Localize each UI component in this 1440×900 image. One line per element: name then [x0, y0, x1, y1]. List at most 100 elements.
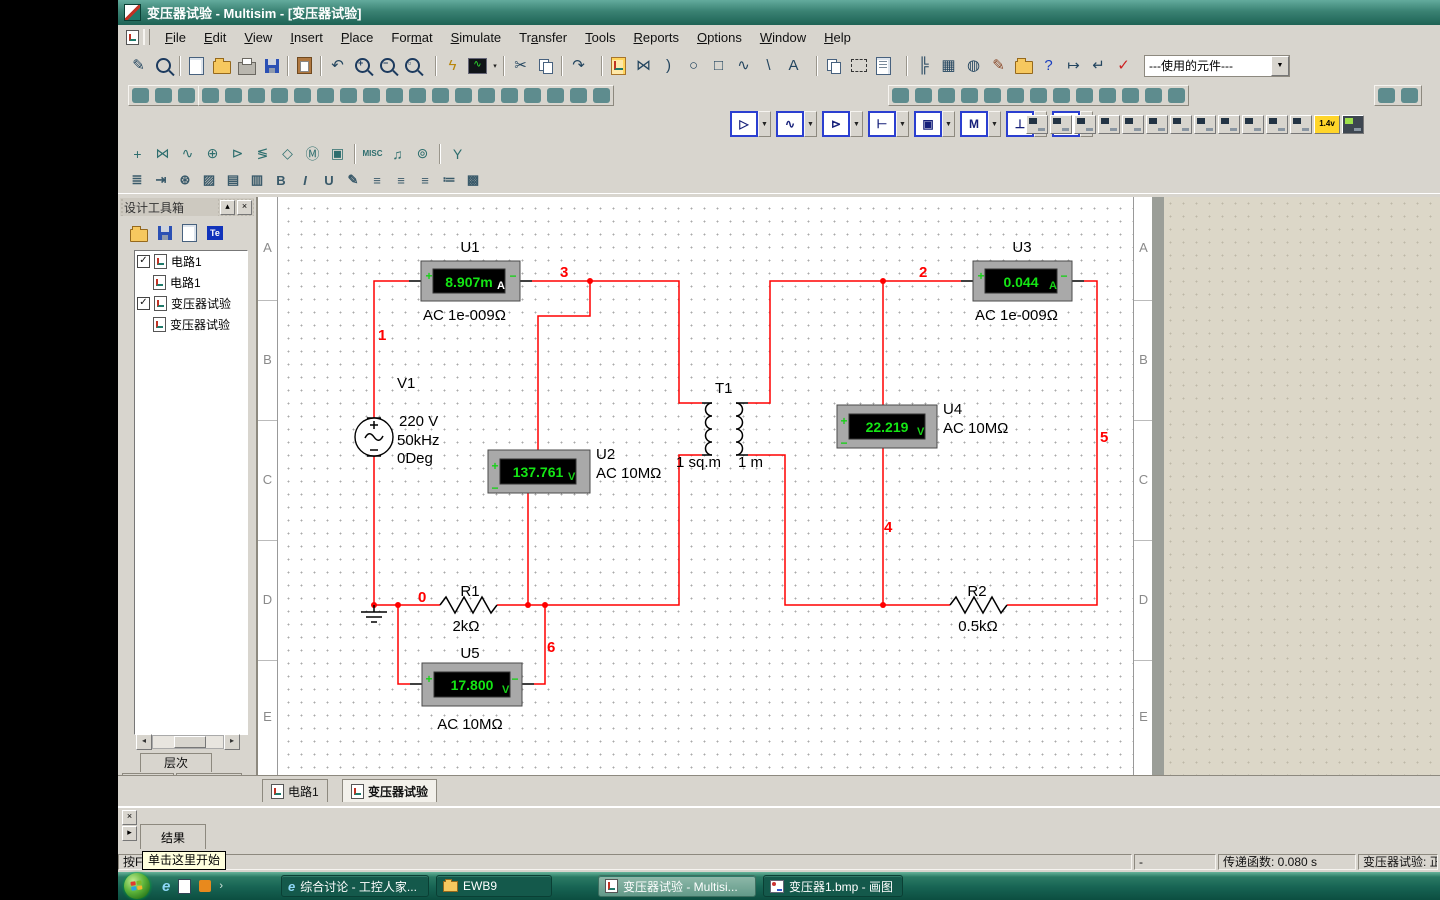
component-button[interactable] — [225, 88, 242, 103]
pen-icon[interactable]: ✎ — [342, 170, 364, 190]
save-button[interactable] — [259, 53, 284, 78]
polyline-tool-button[interactable]: ∿ — [731, 53, 756, 78]
logic-converter-button[interactable] — [1242, 115, 1264, 134]
tree-horizontal-scrollbar[interactable]: ◂ ▸ — [136, 735, 240, 749]
component-button[interactable] — [1168, 88, 1185, 103]
combo-dropdown-icon[interactable]: ▼ — [1271, 56, 1289, 76]
start-button[interactable] — [124, 873, 150, 899]
rectangle-tool-button[interactable]: □ — [706, 53, 731, 78]
capture-area-button[interactable] — [846, 53, 871, 78]
align-center-button[interactable]: ≡ — [390, 170, 412, 190]
cut-button[interactable]: ✂ — [508, 53, 533, 78]
redo-button[interactable]: ↷ — [566, 53, 591, 78]
open-file-button[interactable] — [209, 53, 234, 78]
bold-button[interactable]: B — [270, 170, 292, 190]
tree-item-电路1[interactable]: 电路1 — [135, 272, 247, 293]
zoom-area-button[interactable]: ▫ — [400, 53, 425, 78]
place-motor-icon[interactable]: Ⓜ — [301, 144, 324, 164]
resistor-R1[interactable]: R1 2kΩ — [440, 583, 497, 635]
tab-hierarchy[interactable]: 层次 — [140, 753, 212, 772]
basic-components-button-dropdown-icon[interactable]: ▼ — [804, 111, 817, 137]
new-file-button[interactable] — [184, 53, 209, 78]
menu-edit[interactable]: Edit — [195, 27, 235, 48]
component-button[interactable] — [1401, 88, 1418, 103]
logic-analyzer-button[interactable] — [1218, 115, 1240, 134]
place-misc-icon[interactable]: MISC — [361, 144, 384, 164]
component-button[interactable] — [938, 88, 955, 103]
place-led-icon[interactable]: ⊕ — [201, 144, 224, 164]
component-button[interactable] — [271, 88, 288, 103]
spreadsheet-toggle[interactable]: ⋈ — [631, 53, 656, 78]
place-indicator-icon[interactable]: ▣ — [326, 144, 349, 164]
help-button[interactable]: ? — [1036, 53, 1061, 78]
voltmeter-U5[interactable]: 17.800 + − V U5 AC 10MΩ — [422, 645, 522, 733]
menu-place[interactable]: Place — [332, 27, 383, 48]
tree-item-变压器试验[interactable]: 变压器试验 — [135, 314, 247, 335]
analog-components-button[interactable]: ▷ — [730, 111, 758, 137]
align-left-button[interactable]: ≡ — [366, 170, 388, 190]
component-button[interactable] — [386, 88, 403, 103]
place-mechanical-icon[interactable]: ⊚ — [411, 144, 434, 164]
hierarchy-button[interactable]: ╠ — [911, 53, 936, 78]
run-simulation-button[interactable]: ϟ — [440, 53, 465, 78]
current-clamp-button[interactable] — [1342, 115, 1364, 134]
component-button[interactable] — [1145, 88, 1162, 103]
component-button[interactable] — [547, 88, 564, 103]
measurement-probe-button[interactable]: 1.4v — [1314, 115, 1340, 134]
frequency-counter-button[interactable] — [1170, 115, 1192, 134]
zoom-probe-icon[interactable] — [151, 53, 176, 78]
component-button[interactable] — [593, 88, 610, 103]
misc-components-button-dropdown-icon[interactable]: ▼ — [988, 111, 1001, 137]
component-button[interactable] — [1378, 88, 1395, 103]
checkbox-icon[interactable]: ✓ — [137, 297, 150, 310]
panel-pin-icon[interactable]: ▴ — [220, 200, 235, 215]
component-button[interactable] — [1007, 88, 1024, 103]
indent-icon[interactable]: ≣ — [126, 170, 148, 190]
create-component-button[interactable]: ✎ — [986, 53, 1011, 78]
transistor-components-button[interactable]: ⊢ — [868, 111, 896, 137]
back-annotate-button[interactable]: ↵ — [1086, 53, 1111, 78]
component-button[interactable] — [1099, 88, 1116, 103]
italic-button[interactable]: I — [294, 170, 316, 190]
scrollbar-track[interactable] — [152, 735, 224, 749]
resistor-R2[interactable]: R2 0.5kΩ — [950, 583, 1007, 635]
task-forum[interactable]: e综合讨论 - 工控人家... — [281, 875, 429, 897]
results-expand-icon[interactable]: ▸ — [122, 826, 137, 841]
component-button[interactable] — [409, 88, 426, 103]
panel-close-icon[interactable]: × — [237, 200, 252, 215]
place-diode-icon[interactable]: ⊳ — [226, 144, 249, 164]
place-ttl-icon[interactable]: ≶ — [251, 144, 274, 164]
media-app-launcher[interactable] — [199, 880, 211, 892]
wire-node3-primary[interactable] — [532, 281, 702, 403]
open-icon[interactable] — [130, 229, 148, 242]
insert-arrow-icon[interactable]: ⇥ — [150, 170, 172, 190]
clipboard-icon[interactable]: ▤ — [222, 170, 244, 190]
component-button[interactable] — [915, 88, 932, 103]
four-channel-oscilloscope-button[interactable] — [1122, 115, 1144, 134]
probe-tool-icon[interactable]: ✎ — [126, 53, 151, 78]
new-sheet-icon[interactable] — [182, 224, 197, 242]
menu-view[interactable]: View — [235, 27, 281, 48]
copy-bitmap-button[interactable] — [821, 53, 846, 78]
menu-tools[interactable]: Tools — [576, 27, 624, 48]
menu-help[interactable]: Help — [815, 27, 860, 48]
wire-node2[interactable] — [748, 281, 961, 403]
place-audio-icon[interactable]: ♫ — [386, 144, 409, 164]
task-paint[interactable]: 变压器1.bmp - 画图 — [763, 875, 903, 897]
undo-button[interactable]: ↶ — [325, 53, 350, 78]
tree-item-变压器试验[interactable]: ✓变压器试验 — [135, 293, 247, 314]
arc-tool-button[interactable]: ) — [656, 53, 681, 78]
ammeter-U1[interactable]: 8.907m + − A U1 AC 1e-009Ω — [421, 239, 520, 324]
scrollbar-thumb[interactable] — [174, 736, 206, 748]
misc-components-button[interactable]: M — [960, 111, 988, 137]
component-button[interactable] — [1053, 88, 1070, 103]
bode-plotter-button[interactable] — [1146, 115, 1168, 134]
component-button[interactable] — [478, 88, 495, 103]
grapher-button-dropdown-icon[interactable]: ▾ — [490, 62, 500, 70]
component-button[interactable] — [892, 88, 909, 103]
menu-window[interactable]: Window — [751, 27, 815, 48]
place-resistor-icon[interactable]: ∿ — [176, 144, 199, 164]
wire-u5-left[interactable] — [398, 605, 410, 684]
in-use-list[interactable]: ---使用的元件--- ▼ — [1144, 55, 1290, 77]
save-icon[interactable] — [158, 226, 172, 240]
